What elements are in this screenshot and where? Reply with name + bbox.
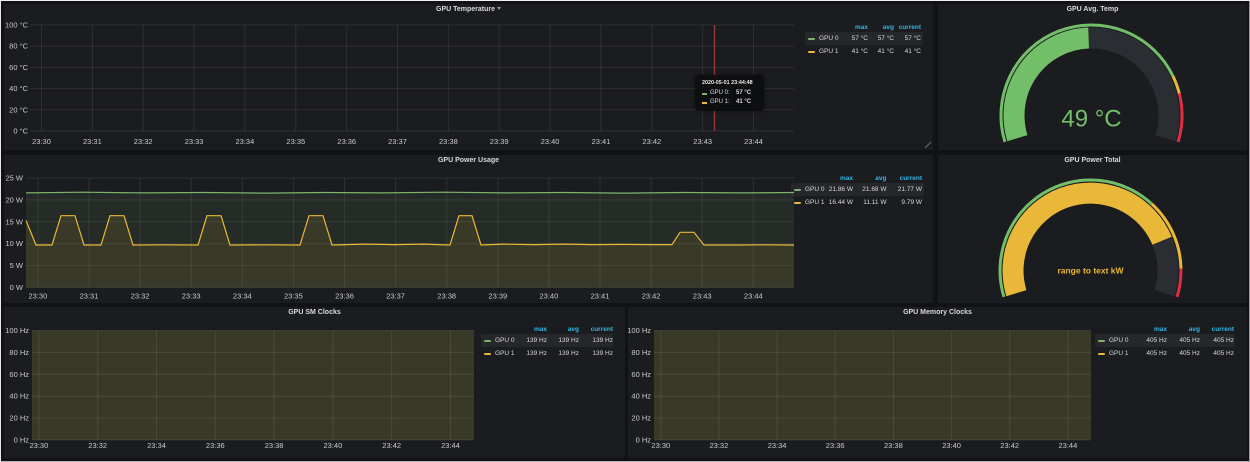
svg-text:23:40: 23:40 xyxy=(942,441,961,450)
svg-text:23:36: 23:36 xyxy=(206,441,225,450)
svg-text:23:41: 23:41 xyxy=(591,292,610,301)
svg-text:80 Hz: 80 Hz xyxy=(9,348,29,357)
svg-text:23:40: 23:40 xyxy=(324,441,343,450)
svg-text:23:44: 23:44 xyxy=(441,441,460,450)
svg-text:23:39: 23:39 xyxy=(488,292,507,301)
svg-text:23:38: 23:38 xyxy=(265,441,284,450)
svg-text:10 W: 10 W xyxy=(5,239,23,248)
svg-text:23:34: 23:34 xyxy=(768,441,787,450)
svg-text:40 Hz: 40 Hz xyxy=(631,392,651,401)
svg-text:40 °C: 40 °C xyxy=(9,84,28,93)
svg-text:0 Hz: 0 Hz xyxy=(636,436,652,445)
svg-text:23:31: 23:31 xyxy=(83,137,102,146)
svg-text:23:34: 23:34 xyxy=(236,137,255,146)
svg-text:23:40: 23:40 xyxy=(541,137,560,146)
svg-text:23:30: 23:30 xyxy=(32,137,51,146)
svg-text:23:33: 23:33 xyxy=(185,137,204,146)
svg-text:23:36: 23:36 xyxy=(337,137,356,146)
svg-text:100 °C: 100 °C xyxy=(5,21,29,30)
svg-text:20 Hz: 20 Hz xyxy=(631,414,651,423)
svg-text:23:30: 23:30 xyxy=(29,292,48,301)
svg-text:100 Hz: 100 Hz xyxy=(628,326,651,335)
svg-text:0 °C: 0 °C xyxy=(13,127,28,136)
svg-text:23:32: 23:32 xyxy=(710,441,729,450)
svg-text:23:36: 23:36 xyxy=(335,292,354,301)
svg-text:23:42: 23:42 xyxy=(1000,441,1019,450)
svg-text:23:35: 23:35 xyxy=(286,137,305,146)
svg-text:23:37: 23:37 xyxy=(388,137,407,146)
svg-text:23:34: 23:34 xyxy=(147,441,166,450)
svg-text:60 Hz: 60 Hz xyxy=(631,370,651,379)
svg-text:60 Hz: 60 Hz xyxy=(9,370,29,379)
svg-text:23:37: 23:37 xyxy=(386,292,405,301)
svg-text:23:42: 23:42 xyxy=(382,441,401,450)
svg-text:100 Hz: 100 Hz xyxy=(5,326,29,335)
svg-text:23:32: 23:32 xyxy=(88,441,107,450)
svg-text:23:30: 23:30 xyxy=(30,441,49,450)
svg-text:23:38: 23:38 xyxy=(884,441,903,450)
svg-text:15 W: 15 W xyxy=(5,217,23,226)
svg-text:23:44: 23:44 xyxy=(1059,441,1078,450)
svg-text:5 W: 5 W xyxy=(10,261,24,270)
svg-text:60 °C: 60 °C xyxy=(9,63,28,72)
svg-text:23:43: 23:43 xyxy=(693,292,712,301)
svg-text:40 Hz: 40 Hz xyxy=(9,392,29,401)
svg-text:23:41: 23:41 xyxy=(592,137,611,146)
svg-text:range to text kW: range to text kW xyxy=(1057,266,1124,276)
svg-text:23:44: 23:44 xyxy=(744,137,763,146)
svg-text:23:42: 23:42 xyxy=(642,292,661,301)
svg-text:23:30: 23:30 xyxy=(651,441,670,450)
svg-text:23:31: 23:31 xyxy=(80,292,99,301)
svg-text:23:36: 23:36 xyxy=(826,441,845,450)
svg-text:23:38: 23:38 xyxy=(437,292,456,301)
svg-text:23:34: 23:34 xyxy=(233,292,252,301)
svg-text:20 W: 20 W xyxy=(5,195,23,204)
svg-text:23:42: 23:42 xyxy=(642,137,661,146)
svg-text:23:44: 23:44 xyxy=(744,292,763,301)
svg-text:25 W: 25 W xyxy=(5,174,23,183)
svg-text:20 Hz: 20 Hz xyxy=(9,414,29,423)
svg-text:49 °C: 49 °C xyxy=(1061,106,1121,133)
svg-text:23:40: 23:40 xyxy=(540,292,559,301)
svg-text:0 Hz: 0 Hz xyxy=(14,436,30,445)
svg-text:80 Hz: 80 Hz xyxy=(631,348,651,357)
svg-text:20 °C: 20 °C xyxy=(9,105,28,114)
svg-text:23:38: 23:38 xyxy=(439,137,458,146)
svg-text:23:32: 23:32 xyxy=(134,137,153,146)
svg-text:23:32: 23:32 xyxy=(131,292,150,301)
svg-text:23:39: 23:39 xyxy=(490,137,509,146)
svg-text:80 °C: 80 °C xyxy=(9,42,28,51)
svg-text:23:35: 23:35 xyxy=(284,292,303,301)
svg-text:0 W: 0 W xyxy=(10,283,24,292)
svg-text:23:43: 23:43 xyxy=(693,137,712,146)
svg-text:23:33: 23:33 xyxy=(182,292,201,301)
